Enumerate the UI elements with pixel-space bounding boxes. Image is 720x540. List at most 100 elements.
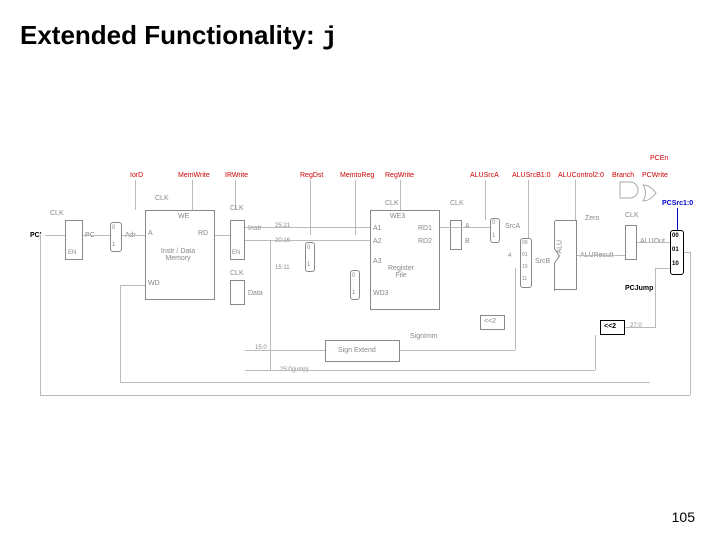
signal-regdst: RegDst [300,172,323,179]
wire [83,235,110,236]
bits-label: 25:21 [275,223,290,229]
clk-label: CLK [450,200,464,207]
aluout-register [625,225,637,260]
mux-0: 0 [492,220,495,226]
page-number: 105 [672,509,695,525]
clk-label: CLK [230,270,244,277]
ab-register [450,220,462,250]
signal-alucontrol: ALUControl2:0 [558,172,604,179]
signal-branch: Branch [612,172,634,179]
and-or-gates [618,180,668,208]
clk-label: CLK [625,212,639,219]
wire [215,235,230,236]
rd2-label: RD2 [418,238,432,245]
wire [122,235,145,236]
en-label: EN [68,250,76,256]
wire [400,350,515,351]
signal-alusrca: ALUSrcA [470,172,499,179]
signal-regwrite: RegWrite [385,172,414,179]
shl2-label: <<2 [484,318,496,325]
signal-memwrite: MemWrite [178,172,210,179]
wire [684,252,690,253]
bits-27-0: 27:0 [630,323,642,329]
srca-label: SrcA [505,223,520,230]
wire [245,227,370,228]
rd-label: RD [198,230,208,237]
signal-iord: IorD [130,172,143,179]
wire [245,350,325,351]
sign-extend-label: Sign Extend [338,347,376,354]
wire [625,327,655,328]
mux-00: 00 [522,240,528,246]
mux-10: 10 [672,261,679,267]
a-label: A [148,230,153,237]
mux-10: 10 [522,264,528,270]
mux-1: 1 [352,290,355,296]
wire [655,268,656,328]
wire [245,370,595,371]
signimm-label: SignImm [410,333,438,340]
wire [40,235,41,395]
wire [485,180,486,220]
mux-0: 0 [352,273,355,279]
zero-label: Zero [585,215,599,222]
regfile-label: RegisterFile [388,265,414,279]
mux-1: 1 [112,242,115,248]
mux-01: 01 [672,247,679,253]
mux-00: 00 [672,233,679,239]
bits-label: 20:16 [275,238,290,244]
data-label: Data [248,290,263,297]
wire [515,268,516,350]
wire [270,240,271,370]
const-4: 4 [508,253,511,259]
wire [677,208,678,230]
title-code: j [322,22,338,52]
clk-label: CLK [50,210,64,217]
mux-11: 11 [522,276,527,282]
mux-1: 1 [492,233,495,239]
a3-label: A3 [373,258,382,265]
en-label: EN [232,250,240,256]
wire [120,382,650,383]
signal-pcwrite: PCWrite [642,172,668,179]
wire [135,180,136,210]
mux-0: 0 [307,245,310,251]
wire [40,395,690,396]
signal-irwrite: IRWrite [225,172,248,179]
clk-label: CLK [230,205,244,212]
clk-label: CLK [385,200,399,207]
a1-label: A1 [373,225,382,232]
mux-1: 1 [307,262,310,268]
signal-pcen: PCEn [650,155,668,162]
wd-label: WD [148,280,160,287]
wire [192,180,193,210]
a2-label: A2 [373,238,382,245]
wire [440,227,490,228]
datapath-diagram: IorD MemWrite IRWrite RegDst MemtoReg Re… [30,170,690,420]
wire [120,285,145,286]
bits-label: 15:11 [275,265,290,271]
we3-label: WE3 [390,213,405,220]
alu-label: ALU [557,240,564,254]
wire [655,268,670,269]
shl2-label: <<2 [604,323,616,330]
signal-memtoreg: MemtoReg [340,172,374,179]
wire [690,252,691,395]
wire [575,180,576,220]
wire [577,255,625,256]
wire [400,180,401,210]
wire [245,240,370,241]
alu-box [555,220,577,290]
we-label: WE [178,213,189,220]
mux-0: 0 [112,225,115,231]
signal-alusrcb: ALUSrcB1:0 [512,172,551,179]
b-label: B [465,238,470,245]
pcjump-label: PCJump [625,285,653,292]
mem-label: Instr / DataMemory [148,248,208,262]
wire [637,242,670,243]
data-register [230,280,245,305]
wire [528,180,529,240]
title-text: Extended Functionality: [20,20,315,50]
wd3-label: WD3 [373,290,389,297]
page-title: Extended Functionality: j [20,20,338,52]
